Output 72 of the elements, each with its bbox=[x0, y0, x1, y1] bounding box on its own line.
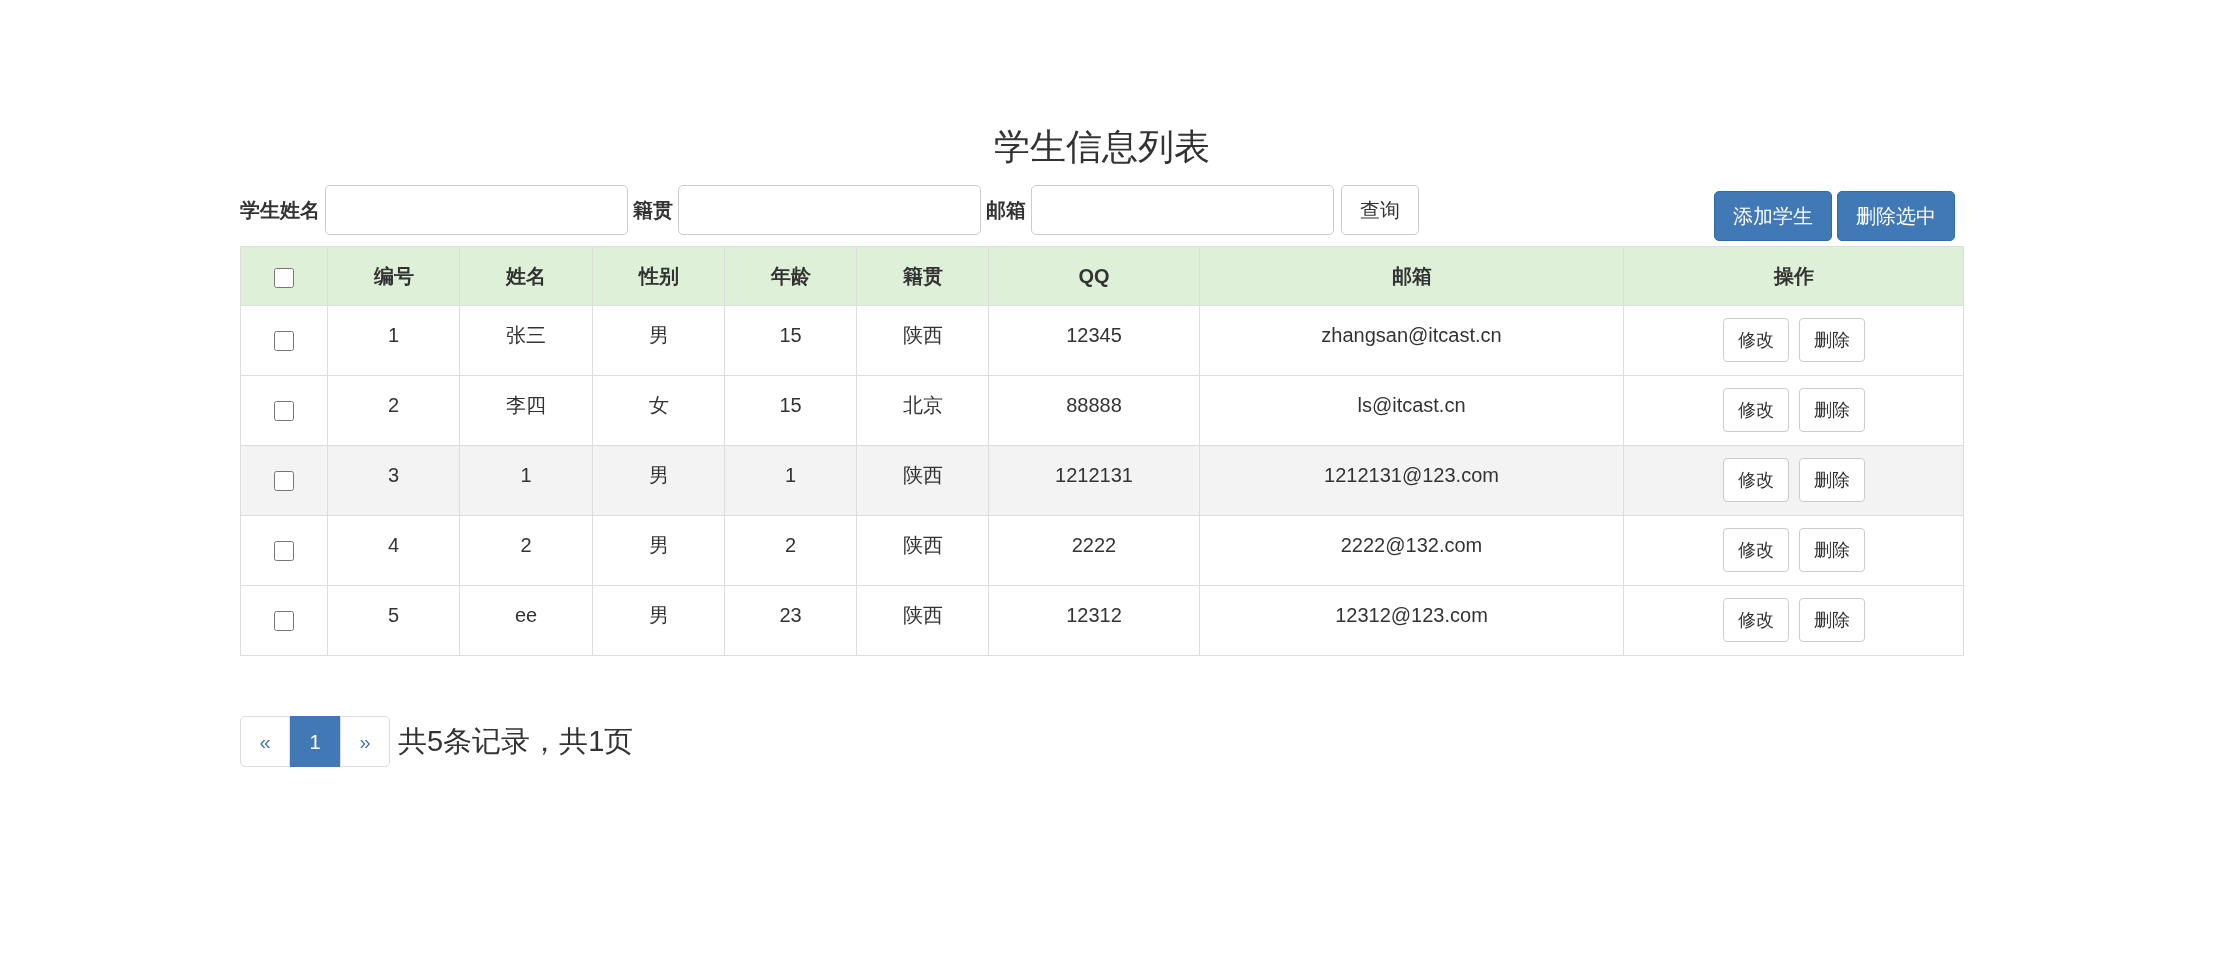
table-cell: 12312 bbox=[988, 585, 1200, 656]
column-header: QQ bbox=[988, 246, 1200, 306]
field-label: 邮箱 bbox=[986, 198, 1026, 223]
column-header: 年龄 bbox=[724, 246, 857, 306]
record-summary: 共5条记录，共1页 bbox=[398, 723, 634, 759]
row-action-button[interactable]: 删除 bbox=[1798, 318, 1865, 362]
table-cell: 2222 bbox=[988, 515, 1200, 586]
next-page-link[interactable]: » bbox=[340, 716, 390, 767]
table-cell: 5 bbox=[327, 585, 460, 656]
table-cell: 李四 bbox=[459, 375, 593, 446]
query-button[interactable]: 查询 bbox=[1341, 185, 1419, 235]
table-cell: 女 bbox=[592, 375, 725, 446]
text-field[interactable] bbox=[1031, 185, 1334, 235]
page-link[interactable]: 1 bbox=[290, 716, 340, 767]
text-field[interactable] bbox=[678, 185, 981, 235]
table-cell: 12345 bbox=[988, 305, 1200, 376]
row-action-button[interactable]: 删除 bbox=[1798, 598, 1865, 642]
field-label: 学生姓名 bbox=[240, 198, 320, 223]
row-action-button[interactable]: 修改 bbox=[1722, 458, 1789, 502]
column-header: 操作 bbox=[1623, 246, 1964, 306]
text-field[interactable] bbox=[325, 185, 628, 235]
table-cell: 3 bbox=[327, 445, 460, 516]
table-cell: 2222@132.com bbox=[1199, 515, 1624, 586]
action-button[interactable]: 删除选中 bbox=[1837, 191, 1955, 241]
table-cell: 张三 bbox=[459, 305, 593, 376]
table-cell: 男 bbox=[592, 515, 725, 586]
table-cell: 1 bbox=[459, 445, 593, 516]
row-action-button[interactable]: 删除 bbox=[1798, 528, 1865, 572]
table-cell: 陕西 bbox=[856, 445, 989, 516]
row-checkbox[interactable] bbox=[274, 400, 294, 421]
table-cell: 1212131 bbox=[988, 445, 1200, 516]
table-cell: 15 bbox=[724, 305, 857, 376]
column-header: 编号 bbox=[327, 246, 460, 306]
table-cell: 23 bbox=[724, 585, 857, 656]
table-cell: 12312@123.com bbox=[1199, 585, 1624, 656]
table-cell: 88888 bbox=[988, 375, 1200, 446]
field-label: 籍贯 bbox=[633, 198, 673, 223]
table-cell: 陕西 bbox=[856, 515, 989, 586]
column-header: 性别 bbox=[592, 246, 725, 306]
table-cell: 北京 bbox=[856, 375, 989, 446]
column-header: 邮箱 bbox=[1199, 246, 1624, 306]
row-checkbox[interactable] bbox=[274, 470, 294, 491]
table-cell: 男 bbox=[592, 585, 725, 656]
table-cell: 2 bbox=[327, 375, 460, 446]
row-action-button[interactable]: 修改 bbox=[1722, 598, 1789, 642]
row-action-button[interactable]: 删除 bbox=[1798, 388, 1865, 432]
row-checkbox[interactable] bbox=[274, 610, 294, 631]
row-checkbox[interactable] bbox=[274, 540, 294, 561]
table-cell: 4 bbox=[327, 515, 460, 586]
table-cell: 15 bbox=[724, 375, 857, 446]
page-title: 学生信息列表 bbox=[992, 125, 1211, 169]
row-action-button[interactable]: 修改 bbox=[1722, 388, 1789, 432]
table-cell: 1212131@123.com bbox=[1199, 445, 1624, 516]
row-action-button[interactable]: 删除 bbox=[1798, 458, 1865, 502]
row-checkbox[interactable] bbox=[274, 267, 294, 288]
table-cell: 1 bbox=[724, 445, 857, 516]
table-cell: 1 bbox=[327, 305, 460, 376]
action-button[interactable]: 添加学生 bbox=[1714, 191, 1832, 241]
table-cell: ls@itcast.cn bbox=[1199, 375, 1624, 446]
table-cell: ee bbox=[459, 585, 593, 656]
row-action-button[interactable]: 修改 bbox=[1722, 528, 1789, 572]
row-action-button[interactable]: 修改 bbox=[1722, 318, 1789, 362]
table-cell: 陕西 bbox=[856, 585, 989, 656]
table-cell: zhangsan@itcast.cn bbox=[1199, 305, 1624, 376]
table-cell: 男 bbox=[592, 305, 725, 376]
table-cell: 男 bbox=[592, 445, 725, 516]
column-header: 籍贯 bbox=[856, 246, 989, 306]
table-cell: 2 bbox=[459, 515, 593, 586]
row-checkbox[interactable] bbox=[274, 330, 294, 351]
table-cell: 陕西 bbox=[856, 305, 989, 376]
column-header: 姓名 bbox=[459, 246, 593, 306]
table-cell: 2 bbox=[724, 515, 857, 586]
